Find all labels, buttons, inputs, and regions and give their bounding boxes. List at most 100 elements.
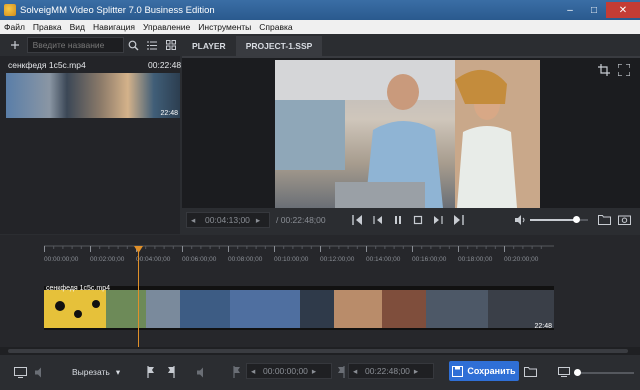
ruler-tick-label: 00:04:00;00 <box>136 256 171 263</box>
clip-end-time: 22:48 <box>534 323 552 330</box>
menu-item-file[interactable]: Файл <box>0 22 29 32</box>
speaker-muted-icon <box>35 367 41 378</box>
title-bar: SolveigMM Video Splitter 7.0 Business Ed… <box>0 0 640 20</box>
cut-mode-label: Вырезать <box>72 367 110 377</box>
set-start-marker-button[interactable] <box>146 366 156 378</box>
monitor-button[interactable] <box>14 367 27 378</box>
out-time-prev-icon[interactable]: ◂ <box>353 366 365 377</box>
ruler-tick-label: 00:14:00;00 <box>366 256 401 263</box>
file-name[interactable]: сенкфедя 1с5с.mp4 <box>8 60 86 70</box>
clip-filmstrip <box>44 290 554 328</box>
clip-label: сенкфедя 1с5с.mp4 <box>46 285 110 292</box>
monitor-icon <box>14 367 27 378</box>
menu-bar: Файл Правка Вид Навигация Управление Инс… <box>0 20 640 34</box>
set-end-marker-button[interactable] <box>166 366 176 378</box>
video-scene <box>275 60 540 208</box>
flag-icon <box>233 366 240 378</box>
crop-icon <box>598 64 610 76</box>
mute-button[interactable] <box>34 367 46 378</box>
time-next-icon[interactable]: ▸ <box>256 215 260 226</box>
pause-icon[interactable] <box>392 214 404 226</box>
list-icon <box>147 41 158 49</box>
zoom-slider[interactable] <box>574 369 634 376</box>
prev-marker-icon[interactable] <box>352 214 364 226</box>
tab-project[interactable]: PROJECT-1.SSP <box>235 36 323 56</box>
grid-view-button[interactable] <box>161 35 180 55</box>
menu-item-tools[interactable]: Инструменты <box>194 22 255 32</box>
file-thumbnail[interactable]: 22:48 <box>6 73 180 118</box>
in-time-next-icon[interactable]: ▸ <box>312 366 316 377</box>
camera-icon <box>618 215 631 225</box>
in-time-prev-icon[interactable]: ◂ <box>251 366 263 377</box>
add-file-button[interactable] <box>6 35 25 55</box>
search-button[interactable] <box>124 35 143 55</box>
library-toolbar: Введите название <box>0 34 180 56</box>
cut-mode-dropdown[interactable]: Вырезать ▾ <box>72 364 128 380</box>
video-frame[interactable] <box>275 60 540 208</box>
volume-button[interactable] <box>514 214 526 226</box>
volume-slider[interactable] <box>530 216 588 223</box>
output-folder-button[interactable] <box>524 366 537 377</box>
current-time: 00:04:13;00 <box>205 215 250 225</box>
time-prev-icon[interactable]: ◂ <box>191 215 205 226</box>
ruler-tick-label: 00:16:00;00 <box>412 256 447 263</box>
in-time-field[interactable]: ◂ 00:00:00;00 ▸ <box>246 363 332 379</box>
transport-buttons <box>352 214 464 226</box>
stop-icon[interactable] <box>412 214 424 226</box>
menu-item-view[interactable]: Вид <box>66 22 89 32</box>
ruler-tick-label: 00:20:00;00 <box>504 256 539 263</box>
in-time: 00:00:00;00 <box>263 366 308 376</box>
ruler-tick-label: 00:00:00;00 <box>44 256 79 263</box>
out-time-field[interactable]: ◂ 00:22:48;00 ▸ <box>348 363 434 379</box>
chevron-down-icon: ▾ <box>115 366 121 377</box>
app-logo-icon <box>4 4 16 16</box>
save-button[interactable]: Сохранить <box>449 361 519 381</box>
tab-bar: PLAYER PROJECT-1.SSP <box>182 36 323 56</box>
close-button[interactable]: ✕ <box>606 2 640 18</box>
marker-end-icon <box>168 366 175 378</box>
video-clip[interactable]: сенкфедя 1с5с.mp4 22:48 <box>44 285 554 330</box>
step-forward-icon[interactable] <box>432 214 444 226</box>
menu-item-navigation[interactable]: Навигация <box>89 22 139 32</box>
menu-item-help[interactable]: Справка <box>255 22 296 32</box>
out-time-next-icon[interactable]: ▸ <box>414 366 418 377</box>
current-time-field[interactable]: ◂ 00:04:13;00 ▸ <box>186 212 270 228</box>
zoom-out-button[interactable] <box>558 367 570 377</box>
ruler-tick-label: 00:10:00;00 <box>274 256 309 263</box>
tab-player[interactable]: PLAYER <box>182 36 236 56</box>
menu-item-edit[interactable]: Правка <box>29 22 66 32</box>
snapshot-button[interactable] <box>618 214 631 225</box>
out-time: 00:22:48;00 <box>365 366 410 376</box>
next-fragment-button[interactable] <box>336 366 346 378</box>
next-marker-icon[interactable] <box>452 214 464 226</box>
timeline-scrollbar[interactable] <box>0 347 640 355</box>
speaker-icon <box>515 215 525 225</box>
fullscreen-button[interactable] <box>618 64 630 76</box>
thumbnail-duration: 22:48 <box>160 110 178 117</box>
minimize-button[interactable]: – <box>558 2 582 18</box>
timeline-ruler[interactable]: 00:00:00;00 00:02:00;00 00:04:00;00 00:06:0… <box>44 242 554 264</box>
scrollbar-thumb[interactable] <box>8 349 628 353</box>
ruler-tick-label: 00:18:00;00 <box>458 256 493 263</box>
zoom-knob[interactable] <box>574 369 581 376</box>
prev-fragment-button[interactable] <box>232 366 242 378</box>
menu-item-control[interactable]: Управление <box>139 22 194 32</box>
list-view-button[interactable] <box>143 35 162 55</box>
folder-icon <box>598 215 611 225</box>
crop-button[interactable] <box>598 64 610 76</box>
playhead-line[interactable] <box>138 248 139 348</box>
save-icon <box>452 365 464 377</box>
search-input[interactable]: Введите название <box>26 37 125 53</box>
step-back-icon[interactable] <box>372 214 384 226</box>
volume-fill <box>530 219 577 221</box>
marker-start-icon <box>147 366 154 378</box>
maximize-button[interactable]: □ <box>582 2 606 18</box>
flag-end-icon <box>338 366 345 378</box>
file-duration: 00:22:48 <box>148 60 182 70</box>
save-label: Сохранить <box>467 366 516 376</box>
audio-marker-button[interactable] <box>196 367 208 378</box>
total-time: / 00:22:48;00 <box>276 215 326 225</box>
open-folder-button[interactable] <box>598 214 611 225</box>
ruler-tick-label: 00:12:00;00 <box>320 256 355 263</box>
ruler-tick-label: 00:08:00;00 <box>228 256 263 263</box>
